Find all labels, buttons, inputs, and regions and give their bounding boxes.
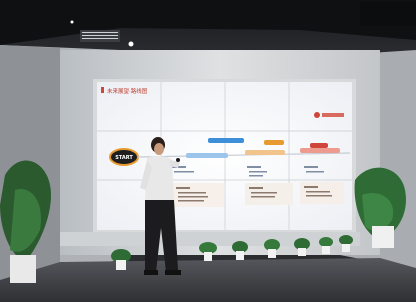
- video-wall: 未来展望·路线图 START: [93, 79, 356, 233]
- photo-scene: 未来展望·路线图 START: [0, 0, 416, 302]
- speaker-shirt: [145, 155, 174, 200]
- start-badge-text: START: [115, 155, 133, 161]
- roadmap-pill-2: [264, 140, 284, 145]
- slide-cards: [172, 182, 344, 207]
- floor: [0, 258, 416, 302]
- start-badge: START: [109, 148, 139, 166]
- roadmap-pill-4: [186, 153, 228, 158]
- roadmap-pill-6: [300, 148, 340, 153]
- roadmap-pill-1: [208, 138, 244, 143]
- microphone: [176, 158, 180, 162]
- roadmap-pill-3: [310, 143, 328, 148]
- slide-title: 未来展望·路线图: [107, 87, 148, 95]
- projector-housing: [360, 2, 416, 26]
- title-accent-bar: [101, 87, 104, 93]
- roadmap-pill-5: [245, 150, 285, 155]
